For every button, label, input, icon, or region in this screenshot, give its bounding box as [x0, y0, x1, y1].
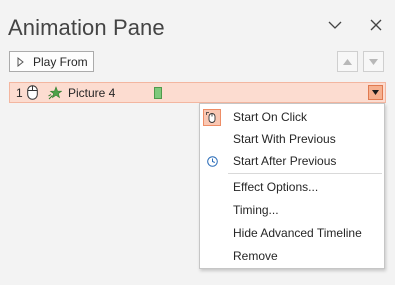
menu-item-label: Start With Previous	[233, 132, 336, 146]
close-pane-button[interactable]	[365, 14, 387, 36]
menu-item-label: Remove	[233, 249, 278, 263]
animation-list-item[interactable]: 1 Picture 4	[9, 82, 386, 103]
play-icon	[17, 56, 24, 67]
mouse-icon	[27, 85, 38, 100]
arrow-down-icon	[369, 58, 378, 65]
pane-options-button[interactable]	[324, 14, 346, 36]
clock-icon	[200, 150, 224, 172]
animation-dropdown-button[interactable]	[368, 85, 383, 100]
menu-item-label: Start On Click	[233, 110, 308, 124]
menu-item-label: Effect Options...	[233, 180, 319, 194]
menu-item-timing[interactable]: Timing...	[200, 199, 384, 221]
menu-item-hide-advanced-timeline[interactable]: Hide Advanced Timeline	[200, 222, 384, 244]
dropdown-arrow-icon	[372, 90, 379, 95]
menu-item-label: Timing...	[233, 203, 279, 217]
play-from-label: Play From	[33, 54, 88, 69]
menu-item-remove[interactable]: Remove	[200, 245, 384, 267]
menu-item-effect-options[interactable]: Effect Options...	[200, 176, 384, 198]
timeline-bar	[154, 87, 162, 99]
menu-item-start-after-previous[interactable]: Start After Previous	[200, 150, 384, 172]
star-effect-icon	[48, 85, 62, 100]
close-icon	[370, 19, 382, 31]
move-down-button[interactable]	[363, 51, 384, 72]
menu-item-start-on-click[interactable]: Start On Click	[200, 106, 384, 128]
menu-item-label: Hide Advanced Timeline	[233, 226, 362, 240]
animation-context-menu: Start On Click Start With Previous Start…	[199, 103, 385, 269]
menu-item-label: Start After Previous	[233, 154, 337, 168]
arrow-up-icon	[343, 58, 352, 65]
animation-index: 1	[16, 85, 23, 100]
chevron-down-icon	[328, 21, 342, 29]
menu-separator	[228, 173, 382, 174]
play-from-button[interactable]: Play From	[9, 51, 94, 72]
pane-title: Animation Pane	[8, 15, 165, 40]
menu-item-start-with-previous[interactable]: Start With Previous	[200, 128, 384, 150]
move-up-button[interactable]	[337, 51, 358, 72]
mouse-click-icon	[203, 109, 221, 126]
animation-name: Picture 4	[68, 85, 116, 100]
